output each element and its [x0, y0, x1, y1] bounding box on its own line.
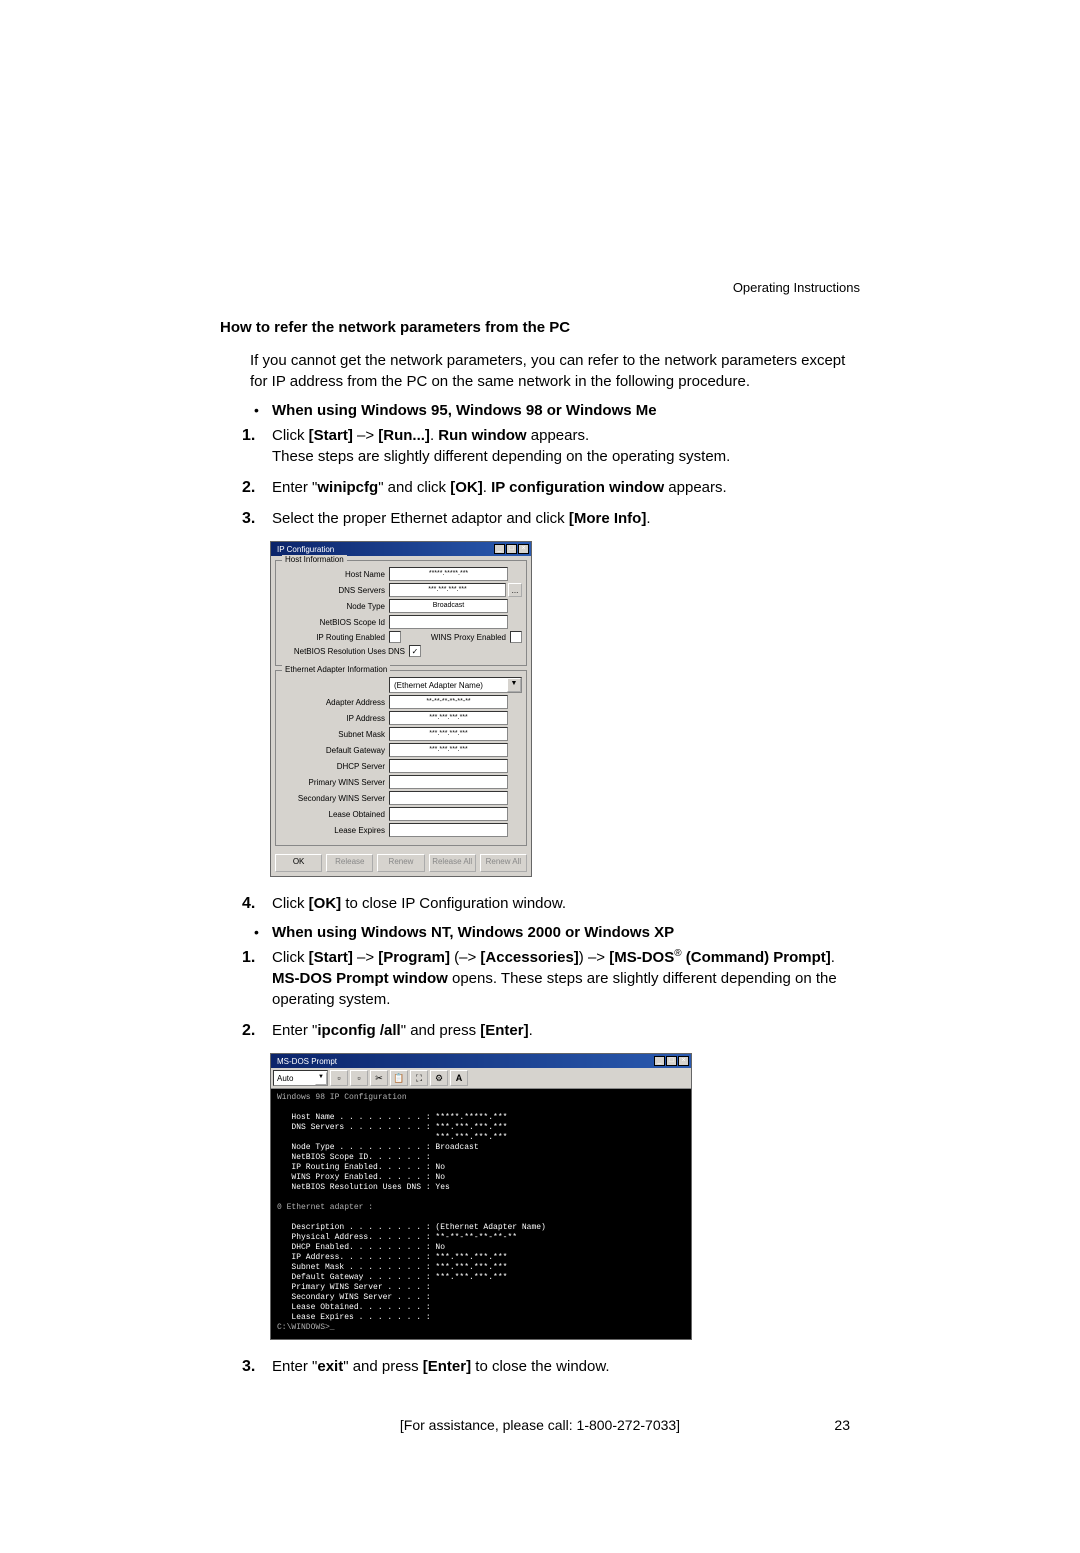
chevron-down-icon: ▼	[315, 1072, 327, 1085]
step-4-win9x: Click [OK] to close IP Configuration win…	[242, 893, 860, 914]
ip-routing-checkbox[interactable]	[389, 631, 401, 643]
dos-title: MS-DOS Prompt	[273, 1057, 337, 1066]
page-number: 23	[810, 1417, 850, 1433]
step-3-winnt: Enter "exit" and press [Enter] to close …	[242, 1356, 860, 1377]
step-1-winnt: Click [Start] –> [Program] (–> [Accessor…	[242, 947, 860, 1010]
dns-servers-field: ***.***.***.***	[389, 583, 506, 597]
ipconfig-window: IP Configuration _ □ × Host Information …	[270, 541, 532, 877]
host-information-group: Host Information Host Name*****.*****.**…	[275, 560, 527, 666]
renew-button[interactable]: Renew	[377, 854, 424, 872]
release-all-button[interactable]: Release All	[429, 854, 476, 872]
host-name-field: *****.*****.***	[389, 567, 508, 581]
maximize-icon[interactable]: □	[666, 1056, 677, 1066]
step-2-win9x: Enter "winipcfg" and click [OK]. IP conf…	[242, 477, 860, 498]
default-gateway-field: ***.***.***.***	[389, 743, 508, 757]
step-1-note: These steps are slightly different depen…	[272, 448, 730, 465]
dos-window: MS-DOS Prompt _ □ × Auto▼ ▫ ▫ ✂ 📋 ⛶ ⚙ A …	[270, 1053, 692, 1340]
running-header: Operating Instructions	[220, 280, 860, 295]
subnet-mask-field: ***.***.***.***	[389, 727, 508, 741]
lease-expires-field	[389, 823, 508, 837]
minimize-icon[interactable]: _	[654, 1056, 665, 1066]
fullscreen-icon[interactable]: ⛶	[410, 1070, 428, 1086]
release-button[interactable]: Release	[326, 854, 373, 872]
maximize-icon[interactable]: □	[506, 544, 517, 554]
page-footer: [For assistance, please call: 1-800-272-…	[220, 1417, 860, 1433]
bullet-winnt: When using Windows NT, Windows 2000 or W…	[250, 924, 860, 941]
ethernet-adapter-group: Ethernet Adapter Information (Ethernet A…	[275, 670, 527, 846]
bullet-win9x: When using Windows 95, Windows 98 or Win…	[250, 402, 860, 419]
dos-titlebar: MS-DOS Prompt _ □ ×	[271, 1054, 691, 1068]
ipconfig-title: IP Configuration	[273, 545, 334, 554]
wins-proxy-checkbox[interactable]	[510, 631, 522, 643]
intro-paragraph: If you cannot get the network parameters…	[250, 350, 860, 392]
section-title: How to refer the network parameters from…	[220, 319, 860, 336]
host-info-legend: Host Information	[282, 555, 347, 564]
document-page: Operating Instructions How to refer the …	[0, 0, 1080, 1553]
node-type-field: Broadcast	[389, 599, 508, 613]
dhcp-server-field	[389, 759, 508, 773]
close-icon[interactable]: ×	[678, 1056, 689, 1066]
bullet-winnt-text: When using Windows NT, Windows 2000 or W…	[272, 924, 674, 941]
dos-toolbar: Auto▼ ▫ ▫ ✂ 📋 ⛶ ⚙ A	[271, 1068, 691, 1089]
minimize-icon[interactable]: _	[494, 544, 505, 554]
renew-all-button[interactable]: Renew All	[480, 854, 527, 872]
netbios-scope-field	[389, 615, 508, 629]
ip-address-field: ***.***.***.***	[389, 711, 508, 725]
ipconfig-button-row: OK Release Renew Release All Renew All	[271, 850, 531, 876]
font-size-combo[interactable]: Auto▼	[273, 1070, 328, 1086]
step-2-winnt: Enter "ipconfig /all" and press [Enter].	[242, 1020, 860, 1041]
assistance-text: [For assistance, please call: 1-800-272-…	[270, 1417, 810, 1433]
adapter-info-legend: Ethernet Adapter Information	[282, 665, 390, 674]
bullet-win9x-text: When using Windows 95, Windows 98 or Win…	[272, 402, 657, 419]
adapter-select[interactable]: (Ethernet Adapter Name)▼	[389, 677, 522, 693]
toolbar-icon[interactable]: ▫	[350, 1070, 368, 1086]
netbios-dns-checkbox[interactable]: ✓	[409, 645, 421, 657]
chevron-down-icon: ▼	[507, 678, 521, 692]
ipconfig-titlebar: IP Configuration _ □ ×	[271, 542, 531, 556]
lease-obtained-field	[389, 807, 508, 821]
primary-wins-field	[389, 775, 508, 789]
dos-terminal[interactable]: Windows 98 IP Configuration Host Name . …	[271, 1089, 691, 1339]
secondary-wins-field	[389, 791, 508, 805]
step-1-win9x: Click [Start] –> [Run...]. Run window ap…	[242, 425, 860, 467]
dns-more-button[interactable]: ...	[508, 583, 522, 597]
ok-button[interactable]: OK	[275, 854, 322, 872]
font-icon[interactable]: A	[450, 1070, 468, 1086]
step-3-win9x: Select the proper Ethernet adaptor and c…	[242, 508, 860, 529]
copy-icon[interactable]: ✂	[370, 1070, 388, 1086]
toolbar-icon[interactable]: ▫	[330, 1070, 348, 1086]
close-icon[interactable]: ×	[518, 544, 529, 554]
properties-icon[interactable]: ⚙	[430, 1070, 448, 1086]
adapter-address-field: **-**-**-**-**-**	[389, 695, 508, 709]
paste-icon[interactable]: 📋	[390, 1070, 408, 1086]
